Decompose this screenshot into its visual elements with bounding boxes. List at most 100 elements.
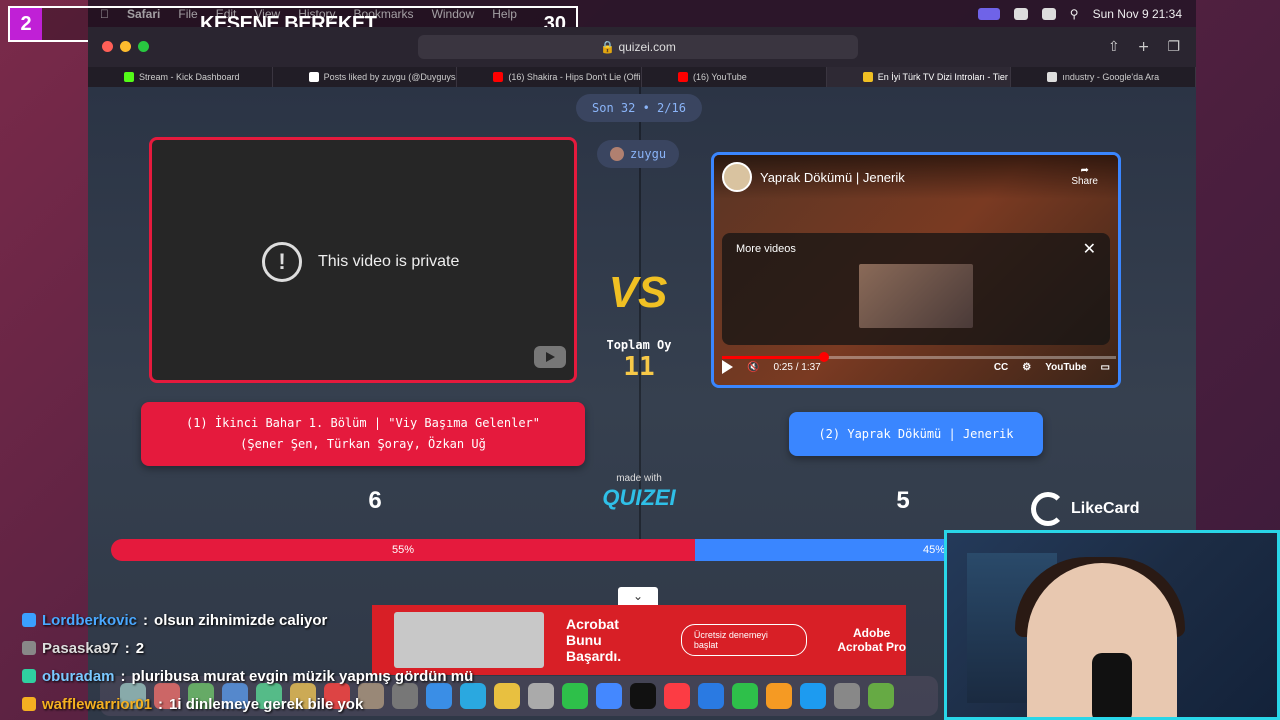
round-indicator: Son 32 • 2/16	[576, 94, 702, 122]
quizei-logo: QUIZEI	[602, 485, 676, 510]
chat-overlay: Lordberkovic : olsun zihnimizde caliyor …	[22, 606, 582, 718]
search-icon[interactable]: ⚲	[1070, 7, 1079, 21]
tab-label: Stream - Kick Dashboard	[139, 72, 240, 82]
settings-gear-icon[interactable]: ⚙	[1022, 362, 1031, 373]
chat-separator: :	[124, 639, 130, 657]
captions-icon[interactable]: CC	[994, 362, 1008, 373]
app-icon[interactable]	[868, 683, 894, 709]
freeform-icon[interactable]	[596, 683, 622, 709]
youtube-icon	[678, 72, 689, 82]
chat-username: oburadam	[42, 667, 115, 685]
music-icon[interactable]	[664, 683, 690, 709]
tab-google-search[interactable]: ındustry - Google'da Ara	[1011, 67, 1197, 87]
kick-icon	[124, 72, 134, 82]
wifi-icon[interactable]	[1013, 7, 1028, 20]
ad-brand-1: Adobe	[853, 626, 891, 640]
ad-cta-button[interactable]: Ücretsiz denemeyi başlat	[680, 624, 808, 656]
avatar	[609, 147, 624, 161]
youtube-wordmark[interactable]: YouTube	[1045, 362, 1086, 373]
video-time: 0:25 / 1:37	[773, 361, 821, 373]
close-window-button[interactable]	[102, 41, 113, 52]
vs-icon: VS	[608, 268, 668, 317]
private-video-message: This video is private	[318, 253, 460, 270]
tab-overview-icon[interactable]: ❐	[1167, 39, 1180, 55]
zoom-window-button[interactable]	[138, 41, 149, 52]
share-button[interactable]: ➦ Share	[1071, 165, 1098, 187]
address-bar[interactable]: 🔒 quizei.com	[418, 35, 858, 59]
suggested-video-thumbnail[interactable]	[859, 264, 973, 328]
chat-text: 1i dinlemeye gerek bile yok	[169, 695, 364, 713]
tab-label: Posts liked by zuygu (@Duyguysa...	[323, 72, 458, 82]
chat-username: wafflewarrior01	[42, 695, 153, 713]
username: zuygu	[629, 147, 667, 161]
tab-label: En İyi Türk TV Dizi Introları - Tier L..…	[877, 72, 1012, 82]
option-1-line-1: (1) İkinci Bahar 1. Bölüm | "Viy Başıma …	[185, 416, 540, 430]
microphone	[1092, 653, 1132, 717]
option-1-button[interactable]: (1) İkinci Bahar 1. Bölüm | "Viy Başıma …	[141, 402, 585, 466]
tab-x-posts[interactable]: Posts liked by zuygu (@Duyguysa...	[273, 67, 458, 87]
video-title[interactable]: Yaprak Dökümü | Jenerik	[760, 170, 905, 185]
chat-username: Lordberkovic	[42, 611, 138, 629]
tab-youtube-shakira[interactable]: (16) Shakira - Hips Don't Lie (Offi...	[457, 67, 643, 87]
option-2-button[interactable]: (2) Yaprak Dökümü | Jenerik	[789, 412, 1043, 456]
chat-text: pluribusa murat evgin müzik yapmış gördü…	[131, 667, 474, 685]
apple-tv-icon[interactable]	[630, 683, 656, 709]
play-icon[interactable]	[722, 360, 733, 374]
tab-youtube[interactable]: (16) YouTube	[642, 67, 827, 87]
youtube-logo-icon[interactable]	[534, 346, 566, 368]
lock-icon: 🔒	[600, 40, 619, 54]
airplay-icon[interactable]: ▭	[1101, 362, 1110, 373]
mute-icon[interactable]: 🔇	[747, 362, 759, 373]
app-store-icon[interactable]	[800, 683, 826, 709]
quizei-icon	[862, 72, 873, 82]
chevron-down-icon[interactable]: ⌄	[618, 587, 658, 605]
pages-icon[interactable]	[766, 683, 792, 709]
right-video-player[interactable]: Yaprak Dökümü | Jenerik ➦ Share More vid…	[711, 152, 1121, 388]
total-votes-label: Toplam Oy	[606, 338, 672, 352]
chat-message: Lordberkovic : olsun zihnimizde caliyor	[22, 606, 582, 634]
url-text: quizei.com	[618, 40, 676, 54]
numbers-icon[interactable]	[732, 683, 758, 709]
battery-icon[interactable]	[1041, 7, 1056, 20]
status-icon[interactable]	[977, 7, 1000, 20]
alert-icon: !	[262, 242, 302, 282]
chat-text: 2	[135, 639, 145, 657]
tab-label: ındustry - Google'da Ara	[1062, 72, 1160, 82]
option-1-percent-bar: 55%	[111, 539, 696, 561]
overlay-number: 2	[10, 8, 42, 40]
tab-quizei[interactable]: En İyi Türk TV Dizi Introları - Tier L..…	[826, 67, 1012, 87]
left-video-player[interactable]: ! This video is private	[149, 137, 577, 383]
more-videos-title: More videos	[736, 243, 796, 255]
tab-label: (16) YouTube	[693, 72, 747, 82]
badge-icon	[22, 669, 36, 683]
made-with-label: made with	[616, 473, 662, 484]
likecard-logo-icon	[1031, 492, 1065, 526]
system-settings-icon[interactable]	[834, 683, 860, 709]
tab-label: (16) Shakira - Hips Don't Lie (Offi...	[508, 72, 643, 82]
close-icon[interactable]: ✕	[1083, 239, 1096, 259]
window-controls	[102, 41, 149, 52]
option-1-percent-label: 55%	[392, 544, 415, 556]
share-arrow-icon: ➦	[1080, 165, 1089, 176]
youtube-icon	[493, 72, 504, 82]
tab-kick-dashboard[interactable]: Stream - Kick Dashboard	[88, 67, 273, 87]
channel-avatar[interactable]	[722, 162, 752, 192]
menubar-datetime[interactable]: Sun Nov 9 21:34	[1093, 7, 1182, 21]
google-icon	[1047, 72, 1058, 82]
chat-message: wafflewarrior01 : 1i dinlemeye gerek bil…	[22, 690, 582, 718]
badge-icon	[22, 613, 36, 627]
ad-brand-2: Acrobat Pro	[837, 640, 907, 654]
ad-brand: Adobe Acrobat Pro	[837, 626, 906, 654]
browser-toolbar: 🔒 quizei.com ⇧ + ❐	[88, 27, 1196, 67]
share-icon[interactable]: ⇧	[1108, 39, 1120, 55]
user-badge: zuygu	[597, 140, 679, 168]
chat-separator: :	[158, 695, 164, 713]
likecard-name: LikeCard	[1071, 500, 1140, 517]
keynote-icon[interactable]	[698, 683, 724, 709]
chat-text: olsun zihnimizde caliyor	[154, 611, 328, 629]
option-1-line-2: (Şener Şen, Türkan Şoray, Özkan Uğ	[240, 437, 486, 451]
minimize-window-button[interactable]	[120, 41, 131, 52]
option-1-score: 6	[368, 487, 382, 514]
x-icon	[308, 72, 319, 82]
new-tab-icon[interactable]: +	[1138, 39, 1150, 55]
